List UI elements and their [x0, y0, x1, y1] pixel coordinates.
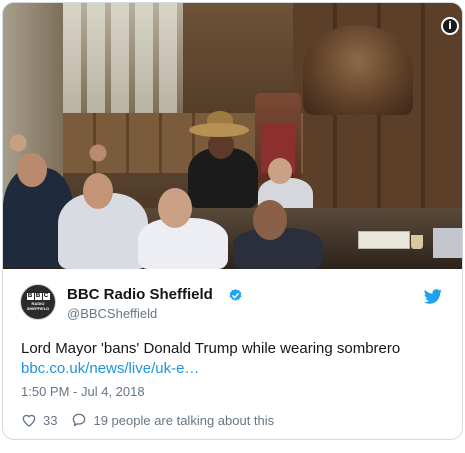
logo-block: B	[34, 293, 42, 300]
like-count[interactable]: 33	[43, 413, 57, 428]
photo-laptop	[433, 228, 462, 258]
photo-councillor-centre-head	[158, 188, 192, 228]
author-name[interactable]: BBC Radio Sheffield	[67, 286, 213, 303]
bbc-logo: B B C	[26, 293, 50, 300]
avatar-caption: RADIO SHEFFIELD	[27, 301, 49, 311]
tweet-text: Lord Mayor 'bans' Donald Trump while wea…	[21, 340, 401, 357]
tweet-photo[interactable]	[3, 3, 462, 269]
photo-wood-carving	[303, 25, 413, 115]
photo-councillor-left-head	[17, 153, 47, 187]
logo-block: B	[26, 293, 34, 300]
twitter-bird-icon[interactable]	[424, 289, 442, 304]
logo-block: C	[42, 293, 50, 300]
info-icon[interactable]: i	[441, 17, 459, 35]
speech-bubble-icon[interactable]	[71, 412, 87, 428]
photo-cup	[411, 235, 423, 249]
tweet-actions: 33 19 people are talking about this	[21, 411, 274, 429]
photo-sombrero-brim	[189, 123, 249, 137]
verified-badge-icon	[229, 288, 242, 301]
photo-council-member-head	[268, 158, 292, 184]
tweet-timestamp[interactable]: 1:50 PM - Jul 4, 2018	[21, 384, 145, 399]
photo-councillor-head	[83, 173, 113, 209]
heart-icon[interactable]	[21, 412, 37, 428]
tweet-link[interactable]: bbc.co.uk/news/live/uk-e…	[21, 360, 199, 377]
author-handle[interactable]: @BBCSheffield	[67, 306, 157, 321]
avatar-caption-line: SHEFFIELD	[26, 306, 50, 311]
conversation-link[interactable]: 19 people are talking about this	[93, 413, 274, 428]
photo-name-card	[358, 231, 410, 249]
avatar[interactable]: B B C RADIO SHEFFIELD	[20, 284, 56, 320]
photo-councillor-right-head	[253, 200, 287, 240]
